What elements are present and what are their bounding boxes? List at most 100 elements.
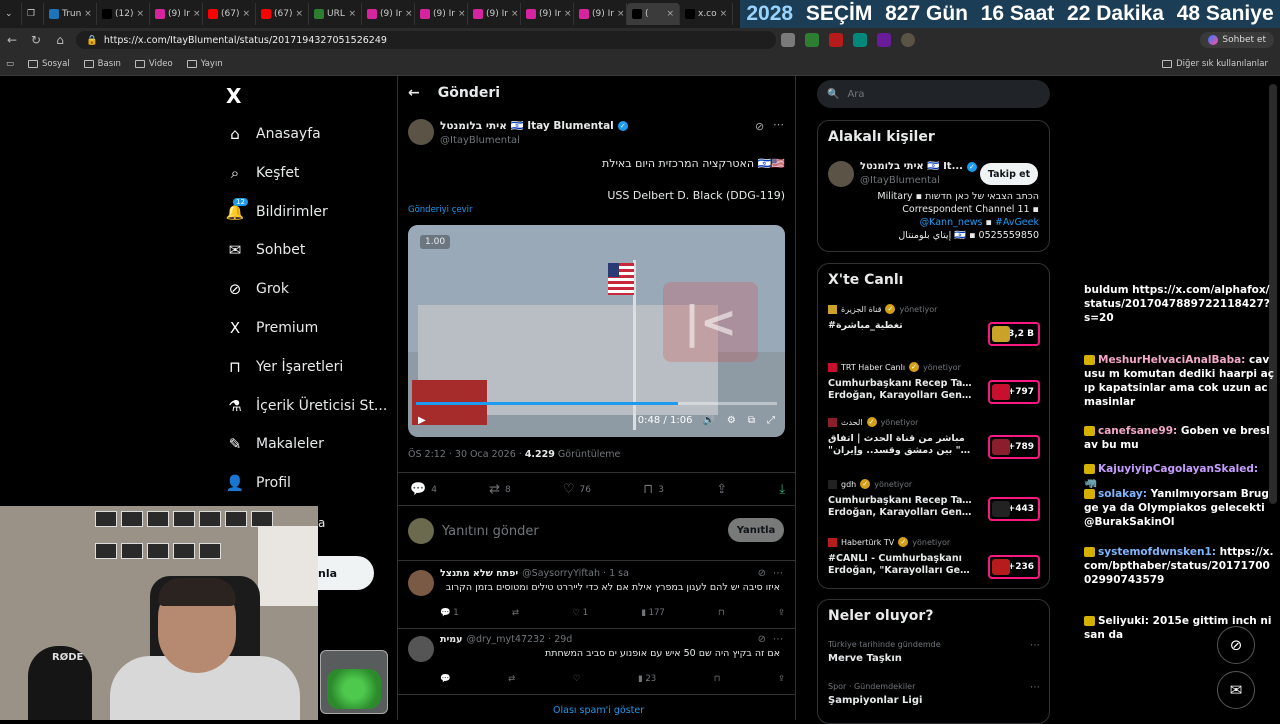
bookmark-button[interactable]: ⊓ <box>718 608 725 618</box>
bookmark-button[interactable]: ⊓ <box>714 674 721 684</box>
reply-author[interactable]: עמית <box>440 634 463 645</box>
avgeek-link[interactable]: #AvGeek <box>995 217 1039 228</box>
grok-icon[interactable]: ⊘ <box>758 568 766 579</box>
browser-tab[interactable]: (9) Ir × <box>521 3 574 25</box>
bookmark-folder[interactable]: Yayın <box>186 59 223 69</box>
download-button[interactable]: ⤓ <box>779 482 785 497</box>
playback-speed[interactable]: 1.00 <box>420 235 451 249</box>
browser-tab[interactable]: (× <box>627 3 680 25</box>
settings-icon[interactable]: ⚙ <box>727 415 736 426</box>
close-icon[interactable]: × <box>242 9 250 19</box>
kann-link[interactable]: @Kann_news <box>920 217 983 228</box>
post-button-partial[interactable]: nla <box>318 556 374 590</box>
extension-icon[interactable] <box>781 33 795 47</box>
follow-button[interactable]: Takip et <box>980 163 1038 185</box>
live-listener-badge[interactable]: +797 <box>988 380 1040 404</box>
url-input[interactable]: 🔒 https://x.com/ItayBlumental/status/201… <box>76 31 776 49</box>
messages-fab-icon[interactable]: ✉ <box>1217 671 1255 709</box>
live-item[interactable]: الحدث ✓ yönetiyor مباشر من قناة الحدث | اتف… <box>828 417 1040 459</box>
heart-button[interactable]: ♡ <box>573 674 581 684</box>
reply-button[interactable]: 💬 4 <box>410 482 437 497</box>
avatar[interactable] <box>901 33 915 47</box>
home-icon[interactable]: ⌂ <box>48 33 72 47</box>
sidebar-item[interactable]: ⚗ İçerik Üreticisi St... <box>226 392 396 420</box>
more-icon[interactable]: ⋯ <box>773 634 783 645</box>
other-bookmarks[interactable]: Diğer sık kullanılanlar <box>1162 59 1268 69</box>
close-icon[interactable]: × <box>511 9 519 19</box>
reply-item[interactable]: יפתח שלא מתנצל @SaysorryYiftah · 1 sa ⊘ ⋯ אי… <box>408 568 788 628</box>
sidebar-item[interactable]: ⊘ Grok <box>226 275 396 303</box>
browser-tab[interactable]: (9) Ir × <box>415 3 468 25</box>
close-icon[interactable]: × <box>84 9 92 19</box>
views-button[interactable]: ▮ 23 <box>638 674 656 684</box>
sidebar-item[interactable]: ⌕ Keşfet <box>226 159 396 187</box>
browser-tab[interactable]: Trun × <box>44 3 97 25</box>
live-item[interactable]: Habertürk TV ✓ yönetiyor #CANLI - Cumhurbaş… <box>828 537 1040 579</box>
close-icon[interactable]: × <box>193 9 201 19</box>
close-icon[interactable]: × <box>666 9 674 19</box>
sidebar-item[interactable]: 👤 Profil <box>226 469 396 497</box>
heart-button[interactable]: ♡ 1 <box>572 608 588 618</box>
reply-button[interactable]: 💬 1 <box>440 608 459 618</box>
x-logo[interactable]: X <box>226 84 241 108</box>
live-listener-badge[interactable]: +789 <box>988 435 1040 459</box>
share-button[interactable]: ⇪ <box>716 482 727 497</box>
reply-author[interactable]: יפתח שלא מתנצל <box>440 568 518 579</box>
share-button[interactable]: ⇪ <box>778 674 785 684</box>
sidebar-item[interactable]: 🔔 12 Bildirimler <box>226 197 396 226</box>
extension-icon[interactable] <box>805 33 819 47</box>
repost-button[interactable]: ⇄ 8 <box>489 482 511 497</box>
avatar[interactable] <box>408 570 434 596</box>
browser-tab[interactable]: (67) × <box>203 3 256 25</box>
browser-tab[interactable]: URL × <box>309 3 362 25</box>
live-listener-badge[interactable]: +443 <box>988 497 1040 521</box>
translate-link[interactable]: Gönderiyi çevir <box>408 205 473 215</box>
share-button[interactable]: ⇪ <box>778 608 785 618</box>
browser-tab[interactable]: (9) Ir × <box>362 3 415 25</box>
search-input[interactable]: 🔍 Ara <box>817 80 1050 108</box>
grok-icon[interactable]: ⊘ <box>758 634 766 645</box>
live-listener-badge[interactable]: +3,2 B <box>988 322 1040 346</box>
close-icon[interactable]: × <box>720 9 728 19</box>
sidebar-item[interactable]: X Premium <box>226 314 396 342</box>
bookmark-folder[interactable]: Basın <box>83 59 121 69</box>
grok-icon[interactable]: ⊘ <box>755 120 764 133</box>
author-info[interactable]: איתי בלומנטל 🇮🇱 Itay Blumental ✓ @ItayBlu… <box>440 119 628 146</box>
tab-list-button[interactable]: ⌄ <box>0 3 22 25</box>
fullscreen-icon[interactable]: ⤢ <box>767 415 775 426</box>
more-icon[interactable]: ⋯ <box>773 118 784 131</box>
show-spam-link[interactable]: Olası spam'i göster <box>553 705 644 716</box>
copilot-button[interactable]: Sohbet et <box>1200 32 1274 48</box>
video-progress-bar[interactable] <box>416 402 777 405</box>
reply-button[interactable]: 💬 <box>440 674 451 684</box>
live-item[interactable]: قناة الجزيرة ✓ yönetiyor #تغطية_مباشرة +3,2 … <box>828 304 1040 346</box>
sidebar-item[interactable]: ✉ Sohbet <box>226 236 396 264</box>
like-button[interactable]: ♡ 76 <box>563 482 591 497</box>
extension-icon[interactable] <box>829 33 843 47</box>
browser-tab[interactable]: (67) × <box>256 3 309 25</box>
close-icon[interactable]: × <box>348 9 356 19</box>
browser-tab[interactable]: (9) Ir × <box>468 3 521 25</box>
more-icon[interactable]: ⋯ <box>1030 682 1040 693</box>
live-listener-badge[interactable]: +236 <box>988 555 1040 579</box>
extension-icon[interactable] <box>877 33 891 47</box>
browser-tab[interactable]: (9) Ir × <box>574 3 627 25</box>
related-avatar[interactable] <box>828 161 854 187</box>
related-user[interactable]: איתי בלומנטל 🇮🇱 It... ✓ @ItayBlumental <box>860 161 977 186</box>
close-icon[interactable]: × <box>295 9 303 19</box>
trend-item[interactable]: Spor · Gündemdekiler Şampiyonlar Ligi ⋯ <box>828 682 1040 706</box>
post-timestamp[interactable]: ÖS 2:12 · 30 Oca 2026 · <box>408 449 525 460</box>
extension-icon[interactable] <box>853 33 867 47</box>
close-icon[interactable]: × <box>458 9 466 19</box>
bookmark-folder[interactable]: Sosyal <box>28 59 70 69</box>
reply-input[interactable]: Yanıtını gönder <box>442 524 539 539</box>
sidebar-item[interactable]: ⌂ Anasayfa <box>226 120 396 148</box>
sidebar-item[interactable]: ✎ Makaleler <box>226 430 396 458</box>
bookmark-folder[interactable]: Video <box>134 59 173 69</box>
sidebar-item[interactable]: ⊓ Yer İşaretleri <box>226 353 396 381</box>
close-icon[interactable]: × <box>405 9 413 19</box>
reply-submit-button[interactable]: Yanıtla <box>728 518 784 542</box>
more-icon[interactable]: ⋯ <box>773 568 783 579</box>
repost-button[interactable]: ⇄ <box>508 674 515 684</box>
workspaces-button[interactable]: ❐ <box>22 3 44 25</box>
